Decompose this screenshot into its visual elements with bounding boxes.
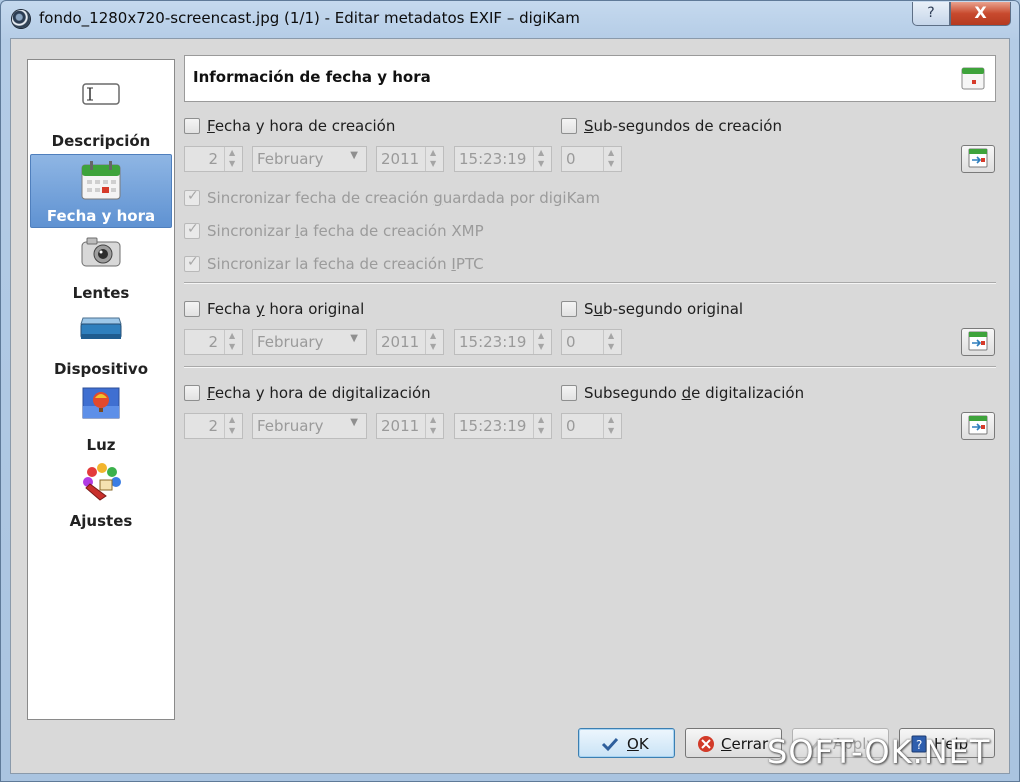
- sidebar-item-luz[interactable]: Luz: [30, 382, 172, 456]
- original-subsec-checkbox[interactable]: [561, 301, 577, 317]
- sidebar-item-label: Luz: [86, 436, 116, 454]
- spin-arrows-icon[interactable]: [224, 330, 242, 354]
- sync-iptc-checkbox-row[interactable]: Sincronizar la fecha de creación IPTC: [184, 252, 544, 276]
- creation-month-select[interactable]: February ▼: [252, 146, 367, 172]
- digitization-subsec-spinbox[interactable]: 0: [561, 413, 622, 439]
- sidebar-item-ajustes[interactable]: Ajustes: [30, 458, 172, 532]
- digitization-year-spinbox[interactable]: 2011: [376, 413, 444, 439]
- set-today-digitization-button[interactable]: [961, 412, 995, 440]
- original-month-select[interactable]: February ▼: [252, 329, 367, 355]
- creation-time-spinbox[interactable]: 15:23:19: [454, 146, 552, 172]
- digitization-subsec-label: Subsegundo de digitalización: [584, 384, 805, 402]
- original-time-spinbox[interactable]: 15:23:19: [454, 329, 552, 355]
- creation-subsec-checkbox-row[interactable]: Sub-segundos de creación: [561, 114, 861, 138]
- text-field-icon: [82, 83, 120, 105]
- spin-arrows-icon[interactable]: [425, 147, 443, 171]
- section-header: Información de fecha y hora: [184, 55, 996, 102]
- sync-xmp-checkbox-row[interactable]: Sincronizar la fecha de creación XMP: [184, 219, 544, 243]
- creation-datetime-checkbox-row[interactable]: Fecha y hora de creación: [184, 114, 564, 138]
- dialog-window: fondo_1280x720-screencast.jpg (1/1) - Ed…: [0, 0, 1020, 782]
- chevron-down-icon: ▼: [350, 150, 358, 161]
- original-datetime-label: Fecha y hora original: [207, 300, 365, 318]
- digitization-datetime-checkbox[interactable]: [184, 385, 200, 401]
- original-datetime-checkbox[interactable]: [184, 301, 200, 317]
- calendar-today-icon: [968, 415, 988, 435]
- close-window-button[interactable]: X: [950, 2, 1011, 26]
- sync-iptc-checkbox[interactable]: [184, 254, 200, 272]
- watermark-logo: SOFT-OK.NET: [767, 733, 991, 771]
- calendar-today-icon: [968, 148, 988, 168]
- original-subsec-spinbox[interactable]: 0: [561, 329, 622, 355]
- sync-iptc-label: Sincronizar la fecha de creación IPTC: [207, 255, 484, 273]
- chevron-down-icon: ▼: [350, 333, 358, 344]
- window-title: fondo_1280x720-screencast.jpg (1/1) - Ed…: [39, 9, 580, 27]
- spin-arrows-icon[interactable]: [603, 414, 621, 438]
- sidebar-item-label: Ajustes: [69, 512, 133, 530]
- digitization-datetime-checkbox-row[interactable]: Fecha y hora de digitalización: [184, 381, 504, 405]
- section-divider: [184, 282, 996, 284]
- checkmark-icon: [601, 737, 619, 752]
- spin-arrows-icon[interactable]: [224, 147, 242, 171]
- cancel-icon: [698, 736, 714, 752]
- calendar-today-icon: [968, 331, 988, 351]
- chevron-down-icon: ▼: [350, 417, 358, 428]
- original-subsec-checkbox-row[interactable]: Sub-segundo original: [561, 297, 861, 321]
- camera-icon: [81, 237, 121, 267]
- title-bar[interactable]: fondo_1280x720-screencast.jpg (1/1) - Ed…: [1, 1, 1019, 35]
- sync-digikam-checkbox-row[interactable]: Sincronizar fecha de creación guardada p…: [184, 186, 644, 210]
- digitization-datetime-label: Fecha y hora de digitalización: [207, 384, 431, 402]
- balloon-photo-icon: [82, 387, 120, 419]
- sync-xmp-checkbox[interactable]: [184, 221, 200, 239]
- original-datetime-checkbox-row[interactable]: Fecha y hora original: [184, 297, 484, 321]
- palette-icon: [83, 463, 121, 501]
- original-day-spinbox[interactable]: 2: [184, 329, 243, 355]
- set-today-original-button[interactable]: [961, 328, 995, 356]
- sidebar-item-lentes[interactable]: Lentes: [30, 230, 172, 304]
- spin-arrows-icon[interactable]: [603, 147, 621, 171]
- sidebar-item-dispositivo[interactable]: Dispositivo: [30, 306, 172, 380]
- digitization-day-spinbox[interactable]: 2: [184, 413, 243, 439]
- section-divider: [184, 366, 996, 368]
- spin-arrows-icon[interactable]: [425, 330, 443, 354]
- creation-subsec-checkbox[interactable]: [561, 118, 577, 134]
- creation-subsec-spinbox[interactable]: 0: [561, 146, 622, 172]
- set-today-creation-button[interactable]: [961, 145, 995, 173]
- creation-subsec-label: Sub-segundos de creación: [584, 117, 782, 135]
- sync-xmp-label: Sincronizar la fecha de creación XMP: [207, 222, 484, 240]
- calendar-icon: [81, 161, 121, 200]
- sidebar-item-label: Descripción: [51, 132, 151, 150]
- digitization-month-select[interactable]: February ▼: [252, 413, 367, 439]
- spin-arrows-icon[interactable]: [224, 414, 242, 438]
- dialog-client-area: Descripción Fecha y hora Lentes Disposit…: [10, 38, 1010, 774]
- digitization-subsec-checkbox-row[interactable]: Subsegundo de digitalización: [561, 381, 861, 405]
- sidebar-item-label: Fecha y hora: [46, 207, 156, 225]
- sync-digikam-label: Sincronizar fecha de creación guardada p…: [207, 189, 600, 207]
- spin-arrows-icon[interactable]: [425, 414, 443, 438]
- digikam-app-icon: [12, 10, 30, 28]
- calendar-icon: [961, 67, 985, 90]
- sidebar-item-label: Dispositivo: [53, 360, 149, 378]
- page-title: Información de fecha y hora: [193, 68, 431, 86]
- digitization-subsec-checkbox[interactable]: [561, 385, 577, 401]
- context-help-button[interactable]: ?: [912, 2, 950, 26]
- spin-arrows-icon[interactable]: [533, 414, 551, 438]
- spin-arrows-icon[interactable]: [533, 147, 551, 171]
- spin-arrows-icon[interactable]: [603, 330, 621, 354]
- ok-button[interactable]: OK: [578, 728, 675, 758]
- section-sidebar: Descripción Fecha y hora Lentes Disposit…: [27, 59, 175, 720]
- sidebar-item-label: Lentes: [72, 284, 130, 302]
- original-subsec-label: Sub-segundo original: [584, 300, 744, 318]
- spin-arrows-icon[interactable]: [533, 330, 551, 354]
- sidebar-item-descripcion[interactable]: Descripción: [30, 78, 172, 152]
- sidebar-item-fecha-y-hora[interactable]: Fecha y hora: [30, 154, 172, 228]
- creation-datetime-checkbox[interactable]: [184, 118, 200, 134]
- creation-day-spinbox[interactable]: 2: [184, 146, 243, 172]
- scanner-icon: [80, 317, 122, 339]
- sync-digikam-checkbox[interactable]: [184, 188, 200, 206]
- creation-year-spinbox[interactable]: 2011: [376, 146, 444, 172]
- digitization-time-spinbox[interactable]: 15:23:19: [454, 413, 552, 439]
- original-year-spinbox[interactable]: 2011: [376, 329, 444, 355]
- creation-datetime-label: Fecha y hora de creación: [207, 117, 396, 135]
